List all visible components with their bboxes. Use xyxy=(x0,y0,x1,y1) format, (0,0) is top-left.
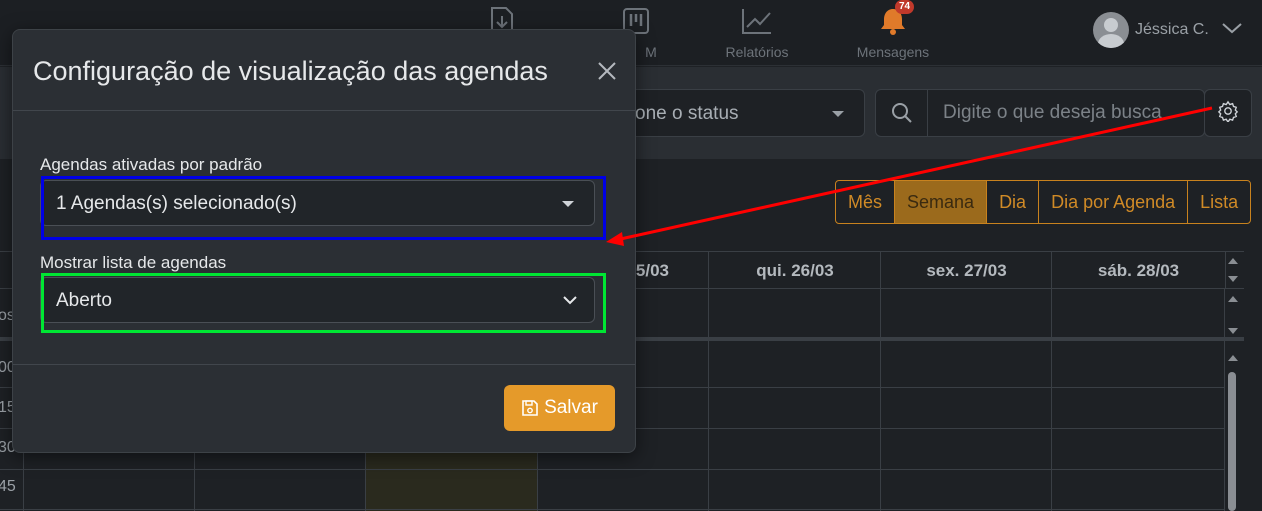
annotation-arrow xyxy=(606,106,1213,246)
